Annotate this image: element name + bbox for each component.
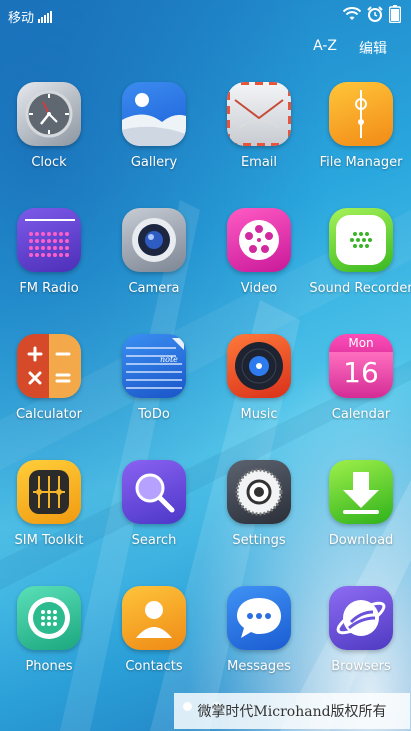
status-left: 移动 [8,7,53,26]
todo-icon: note [122,334,186,398]
app-sim-toolkit[interactable]: SIM Toolkit [0,460,101,548]
status-right [343,5,401,23]
download-icon [329,460,393,524]
wifi-icon [343,7,361,20]
signal-icon [38,10,53,23]
messages-icon [227,586,291,650]
app-contacts[interactable]: Contacts [102,586,206,674]
gallery-icon [122,82,186,146]
app-todo[interactable]: note ToDo [102,334,206,422]
alarm-icon [367,6,383,22]
app-download[interactable]: Download [309,460,411,548]
email-icon [227,82,291,146]
calendar-weekday: Mon [348,336,374,350]
search-icon [122,460,186,524]
sound-recorder-icon [329,208,393,272]
music-icon [227,334,291,398]
app-file-manager[interactable]: File Manager [309,82,411,170]
sort-az-button[interactable]: A-Z [313,38,337,58]
carrier-label: 移动 [8,11,35,26]
contacts-icon [122,586,186,650]
app-label: Email [240,155,278,170]
app-clock[interactable]: Clock [0,82,101,170]
app-label: Phones [25,659,73,674]
settings-icon [227,460,291,524]
app-gallery[interactable]: Gallery [102,82,206,170]
battery-icon [389,5,401,23]
app-label: ToDo [138,407,170,422]
app-label: Settings [232,533,286,548]
edit-button[interactable]: 编辑 [359,38,387,58]
fm-radio-icon [17,208,81,272]
app-label: FM Radio [19,281,79,296]
app-search[interactable]: Search [102,460,206,548]
app-phones[interactable]: Phones [0,586,101,674]
app-label: Browsers [331,659,391,674]
video-icon [227,208,291,272]
status-bar: 移动 [0,0,411,30]
app-label: Messages [227,659,291,674]
app-music[interactable]: Music [207,334,311,422]
app-label: Contacts [125,659,183,674]
app-label: Clock [31,155,67,170]
calculator-icon [17,334,81,398]
calendar-day: 16 [343,356,379,389]
file-manager-icon [329,82,393,146]
app-video[interactable]: Video [207,208,311,296]
app-label: Gallery [130,155,178,170]
app-label: Calculator [15,407,82,422]
sim-toolkit-icon [17,460,81,524]
clock-icon [17,82,81,146]
app-label: Download [328,533,394,548]
app-label: Search [131,533,177,548]
app-calendar[interactable]: Mon 16 Calendar [309,334,411,422]
app-label: SIM Toolkit [14,533,84,548]
phones-icon [17,586,81,650]
app-fm-radio[interactable]: FM Radio [0,208,101,296]
todo-note-text: note [160,355,178,364]
top-bar: A-Z 编辑 [313,38,411,58]
app-label: Video [240,281,278,296]
app-settings[interactable]: Settings [207,460,311,548]
app-label: Sound Recorder [309,281,411,296]
app-label: File Manager [319,155,403,170]
app-email[interactable]: Email [207,82,311,170]
app-sound-recorder[interactable]: Sound Recorder [309,208,411,296]
app-messages[interactable]: Messages [207,586,311,674]
app-camera[interactable]: Camera [102,208,206,296]
app-label: Music [240,407,278,422]
app-calculator[interactable]: Calculator [0,334,101,422]
watermark: 微掌时代Microhand版权所有 [174,693,410,729]
calendar-icon: Mon 16 [329,334,393,398]
camera-icon [122,208,186,272]
browsers-icon [329,586,393,650]
app-browsers[interactable]: Browsers [309,586,411,674]
app-label: Camera [128,281,180,296]
app-label: Calendar [331,407,391,422]
